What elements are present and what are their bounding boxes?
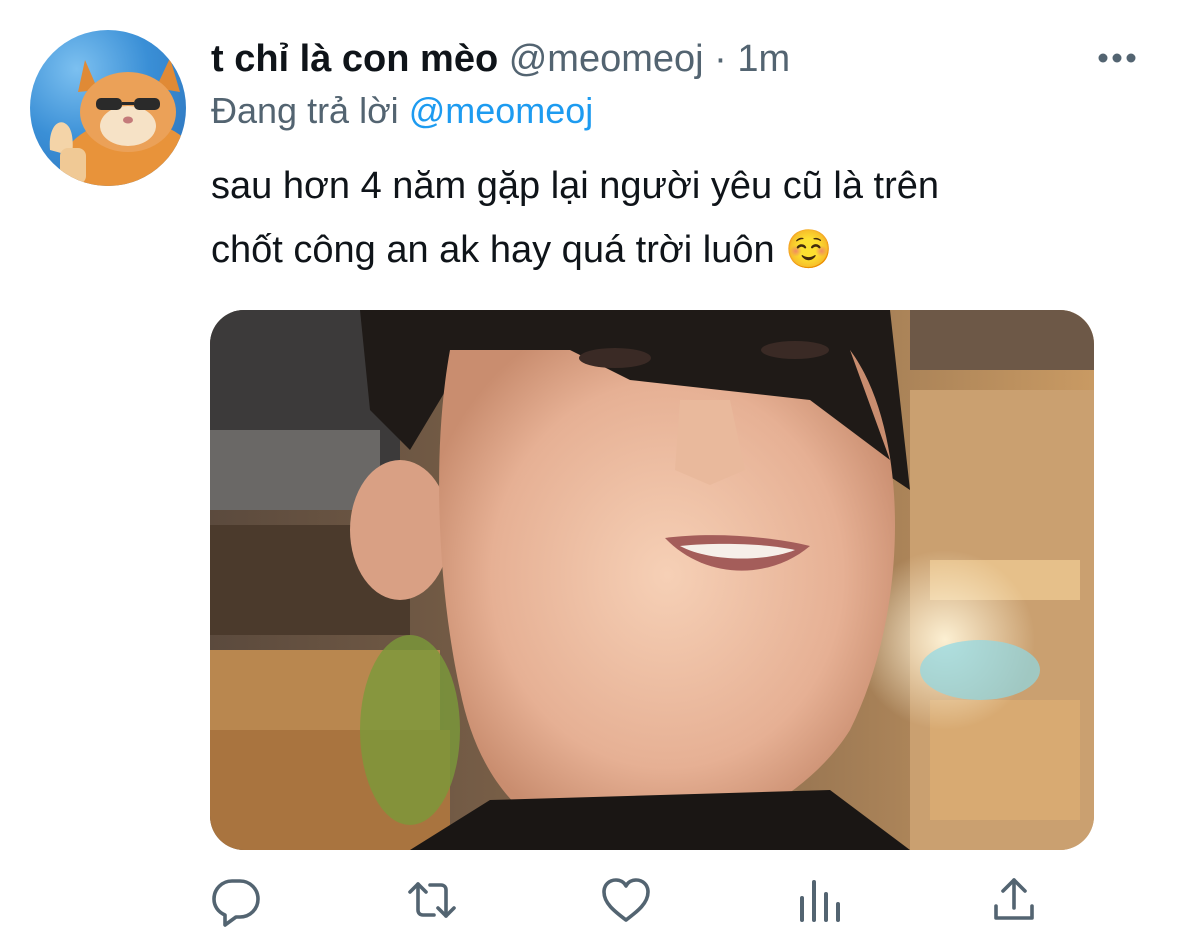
timestamp[interactable]: 1m bbox=[737, 38, 790, 80]
display-name[interactable]: t chỉ là con mèo bbox=[211, 38, 498, 80]
avatar[interactable] bbox=[30, 30, 186, 186]
reply-prefix: Đang trả lời bbox=[211, 90, 399, 131]
separator-dot: · bbox=[714, 38, 727, 80]
tweet-photo[interactable] bbox=[210, 310, 1094, 850]
tweet-text: sau hơn 4 năm gặp lại người yêu cũ là tr… bbox=[211, 154, 1091, 282]
reply-mention-link[interactable]: @meomeoj bbox=[409, 90, 594, 131]
replying-to: Đang trả lời @meomeoj bbox=[211, 88, 593, 134]
tweet-text-line: sau hơn 4 năm gặp lại người yêu cũ là tr… bbox=[211, 165, 940, 207]
tweet-actions bbox=[0, 872, 1179, 928]
tweet-header: t chỉ là con mèo @meomeoj · 1m bbox=[211, 34, 790, 84]
photo-image bbox=[210, 310, 1094, 850]
tweet-text-line: chốt công an ak hay quá trời luôn ☺️ bbox=[211, 229, 833, 271]
share-icon[interactable] bbox=[986, 872, 1042, 928]
analytics-icon[interactable] bbox=[792, 872, 848, 928]
retweet-icon[interactable] bbox=[404, 872, 460, 928]
user-handle[interactable]: @meomeoj bbox=[509, 38, 704, 80]
heart-icon[interactable] bbox=[598, 872, 654, 928]
cat-avatar-image bbox=[49, 58, 186, 186]
reply-icon[interactable] bbox=[208, 872, 264, 928]
more-horizontal-icon[interactable] bbox=[1095, 40, 1139, 76]
